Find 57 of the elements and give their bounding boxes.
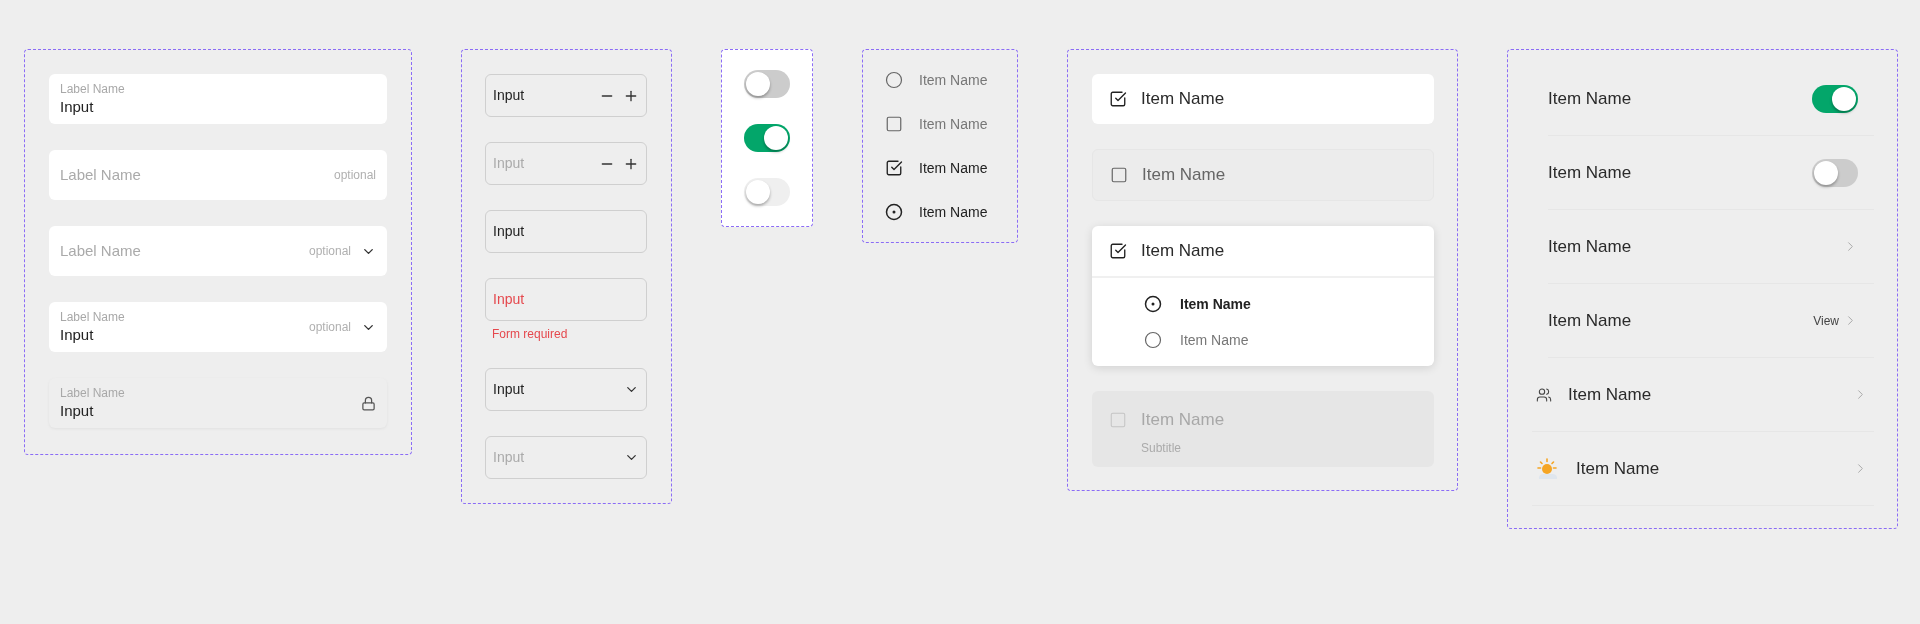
option-card[interactable]: Item Name	[1092, 149, 1434, 201]
view-link[interactable]: View	[1813, 311, 1839, 330]
field-value: Input	[493, 290, 526, 309]
item-label: Item Name	[1141, 240, 1225, 263]
settings-row[interactable]: Item Name	[1532, 432, 1874, 506]
settings-row[interactable]: Item Name	[1548, 210, 1874, 284]
toggle-switch[interactable]	[744, 70, 790, 98]
toggle-switch[interactable]	[1812, 158, 1858, 187]
item-label: Item Name	[1548, 235, 1633, 258]
optional-label: optional	[308, 243, 351, 260]
option-card[interactable]: Item Name Item Name Item Name	[1092, 226, 1434, 366]
item-subtitle: Subtitle	[1141, 439, 1183, 457]
item-label: Item Name	[1548, 87, 1633, 110]
field-value: Input	[60, 324, 95, 345]
item-label: Item Name	[1548, 309, 1633, 332]
text-field[interactable]: Label Name Input	[49, 74, 387, 124]
toggle-switch[interactable]	[1812, 84, 1858, 113]
select-field[interactable]: Input	[485, 368, 647, 411]
field-label: Label Name	[60, 385, 126, 401]
option-card[interactable]: Item Name	[1092, 74, 1434, 124]
field-placeholder: Input	[493, 154, 526, 173]
settings-row[interactable]: Item Name	[1548, 136, 1874, 210]
field-label: Label Name	[60, 309, 126, 325]
lock-icon	[361, 395, 376, 411]
field-value: Input	[493, 86, 526, 105]
radio-option[interactable]: Item Name	[885, 199, 995, 225]
checkbox-option[interactable]: Item Name	[885, 111, 995, 137]
field-label: Label Name	[60, 164, 142, 185]
field-value: Input	[60, 400, 95, 421]
settings-row[interactable]: Item Name	[1532, 358, 1874, 432]
field-label: Label Name	[60, 240, 142, 261]
sun-cloud-icon	[1536, 456, 1560, 481]
item-label: Item Name	[1576, 457, 1661, 480]
radio-option[interactable]: Item Name	[885, 67, 995, 93]
optional-label: optional	[308, 319, 351, 336]
item-label: Item Name	[1141, 88, 1225, 111]
error-message: Form required	[491, 326, 569, 343]
toggle-switch[interactable]	[744, 124, 790, 152]
item-label: Item Name	[1548, 161, 1633, 184]
optional-label: optional	[333, 167, 376, 184]
field-value: Input	[60, 96, 95, 117]
item-label: Item Name	[1142, 164, 1226, 187]
checkbox-option[interactable]: Item Name	[885, 155, 995, 181]
field-placeholder: Input	[493, 448, 526, 467]
select-field[interactable]: Label Name Input optional	[49, 302, 387, 352]
settings-row[interactable]: Item Name View	[1548, 284, 1874, 358]
number-stepper[interactable]: Input	[485, 74, 647, 117]
field-value: Input	[493, 380, 526, 399]
radio-option[interactable]: Item Name	[1144, 322, 1434, 358]
radio-option[interactable]: Item Name	[1144, 286, 1434, 322]
input-field[interactable]: Input	[485, 210, 647, 253]
people-icon	[1536, 386, 1552, 403]
field-value: Input	[493, 222, 526, 241]
item-label: Item Name	[1568, 383, 1653, 406]
settings-row[interactable]: Item Name	[1548, 62, 1874, 136]
item-label: Item Name	[1141, 409, 1225, 431]
field-label: Label Name	[60, 81, 126, 97]
